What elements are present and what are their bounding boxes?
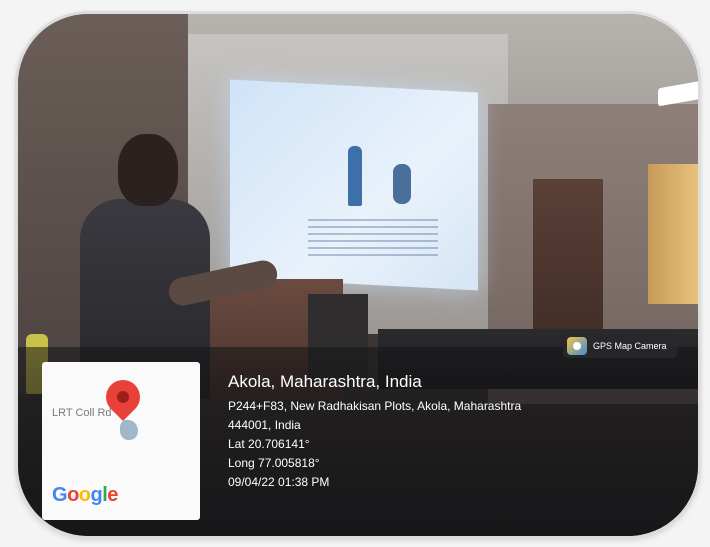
camera-pin-icon: [567, 337, 587, 355]
latitude: Lat 20.706141°: [228, 437, 310, 451]
location-info: Akola, Maharashtra, India P244+F83, New …: [228, 372, 521, 492]
map-thumbnail: LRT Coll Rd Google: [42, 362, 200, 520]
datetime: 09/04/22 01:38 PM: [228, 475, 330, 489]
map-region-shape: [120, 420, 138, 440]
slide-text: [308, 219, 438, 259]
slide-figure: [393, 164, 411, 204]
photo-frame: GPS Map Camera LRT Coll Rd Google Akola,…: [18, 14, 698, 536]
slide-figure: [348, 146, 362, 206]
address-line-1: P244+F83, New Radhakisan Plots, Akola, M…: [228, 399, 522, 413]
longitude: Long 77.005818°: [228, 456, 320, 470]
window-curtain: [648, 164, 698, 304]
speaker-head: [118, 134, 178, 206]
google-logo: Google: [52, 484, 118, 506]
address-line-2: 444001, India: [228, 418, 301, 432]
road-label: LRT Coll Rd: [52, 407, 112, 419]
gps-map-camera-badge: GPS Map Camera: [563, 334, 677, 358]
location-title: Akola, Maharashtra, India: [228, 372, 422, 391]
badge-label: GPS Map Camera: [593, 341, 667, 351]
door: [533, 179, 603, 349]
